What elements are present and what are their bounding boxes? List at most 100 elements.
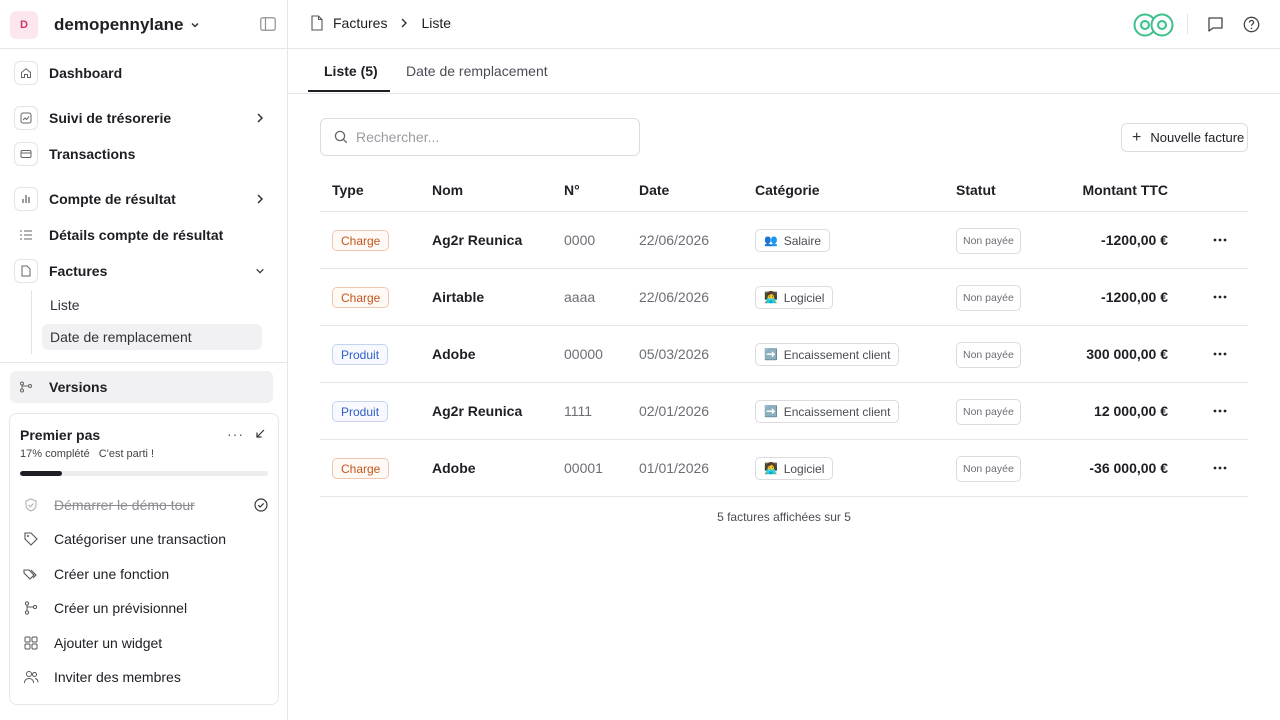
table-row[interactable]: Charge Airtable aaaa 22/06/2026 👩‍💻 Logic… — [320, 269, 1248, 326]
workspace-switcher[interactable]: D demopennylane — [10, 8, 278, 42]
invoice-name: Adobe — [432, 346, 476, 362]
invoice-date: 02/01/2026 — [639, 403, 710, 419]
sidebar-divider — [0, 362, 288, 363]
header-date[interactable]: Date — [639, 182, 669, 198]
step-demo-tour[interactable]: Démarrer le démo tour — [20, 491, 270, 519]
tags-icon — [20, 563, 42, 585]
nav-label: Compte de résultat — [49, 191, 176, 207]
nav-factures[interactable]: Factures — [10, 255, 273, 287]
category-badge: ➡️ Encaissement client — [755, 400, 900, 423]
more-icon[interactable] — [1212, 291, 1228, 303]
status-badge: Non payée — [956, 228, 1021, 254]
new-invoice-label: Nouvelle facture — [1150, 130, 1245, 145]
header-statut[interactable]: Statut — [956, 182, 996, 198]
invoice-date: 05/03/2026 — [639, 346, 710, 362]
invoice-amount: -36 000,00 € — [1089, 460, 1168, 476]
more-icon[interactable] — [1212, 462, 1228, 474]
plus-icon: + — [1132, 128, 1142, 146]
category-badge: 👥 Salaire — [755, 229, 831, 252]
chevron-right-icon — [401, 18, 408, 28]
invoice-amount: 12 000,00 € — [1094, 403, 1168, 419]
branch-icon — [14, 375, 38, 399]
chevron-down-icon — [256, 268, 264, 274]
collaborators-avatars[interactable] — [1133, 13, 1175, 37]
table-row[interactable]: Produit Ag2r Reunica 1111 02/01/2026 ➡️ E… — [320, 383, 1248, 440]
invoice-date: 22/06/2026 — [639, 232, 710, 248]
more-icon[interactable]: ··· — [227, 426, 244, 442]
help-icon[interactable] — [1243, 16, 1260, 33]
new-invoice-button[interactable]: + Nouvelle facture — [1121, 123, 1248, 152]
nav-versions[interactable]: Versions — [10, 371, 273, 403]
nav-label: Versions — [49, 379, 108, 395]
type-badge: Charge — [332, 287, 390, 308]
category-label: Logiciel — [783, 290, 825, 305]
category-label: Encaissement client — [783, 347, 891, 362]
more-icon[interactable] — [1212, 348, 1228, 360]
header-nom[interactable]: Nom — [432, 182, 463, 198]
widget-icon — [20, 632, 42, 654]
progress-percent: 17% complété — [20, 448, 90, 460]
invoice-name: Adobe — [432, 460, 476, 476]
tab-date-remplacement[interactable]: Date de remplacement — [406, 63, 548, 79]
invoice-amount: 300 000,00 € — [1086, 346, 1168, 362]
nav-transactions[interactable]: Transactions — [10, 138, 273, 170]
table-row[interactable]: Produit Adobe 00000 05/03/2026 ➡️ Encaiss… — [320, 326, 1248, 383]
progress-bar — [20, 471, 268, 476]
step-widget[interactable]: Ajouter un widget — [20, 629, 270, 657]
header-categorie[interactable]: Catégorie — [755, 182, 820, 198]
subnav-date-remplacement[interactable]: Date de remplacement — [42, 324, 262, 350]
header-type[interactable]: Type — [332, 182, 364, 198]
step-previsionnel[interactable]: Créer un prévisionnel — [20, 594, 270, 622]
tab-liste[interactable]: Liste (5) — [324, 63, 378, 79]
category-badge: ➡️ Encaissement client — [755, 343, 900, 366]
more-icon[interactable] — [1212, 405, 1228, 417]
step-inviter[interactable]: Inviter des membres — [20, 663, 270, 691]
step-label: Créer un prévisionnel — [54, 600, 188, 616]
nav-label: Transactions — [49, 146, 136, 162]
nav-compte-resultat[interactable]: Compte de résultat — [10, 183, 273, 215]
nav-dashboard[interactable]: Dashboard — [10, 57, 273, 89]
category-badge: 👩‍💻 Logiciel — [755, 457, 834, 480]
search-box[interactable] — [320, 118, 640, 156]
category-emoji: 👩‍💻 — [764, 292, 778, 304]
search-input[interactable] — [356, 129, 616, 145]
subnav-liste[interactable]: Liste — [42, 292, 262, 318]
document-icon — [311, 15, 323, 31]
type-badge: Produit — [332, 401, 389, 422]
step-categoriser[interactable]: Catégoriser une transaction — [20, 525, 270, 553]
document-icon — [14, 259, 38, 283]
nav-details-compte[interactable]: Détails compte de résultat — [10, 219, 273, 251]
chevron-down-icon — [191, 22, 199, 28]
nav-label: Suivi de trésorerie — [49, 110, 172, 126]
onboarding-card: Premier pas ··· 17% complété C'est parti… — [9, 413, 279, 705]
forecast-icon — [20, 597, 42, 619]
category-label: Encaissement client — [783, 404, 891, 419]
header-num[interactable]: N° — [564, 182, 580, 198]
step-fonction[interactable]: Créer une fonction — [20, 560, 270, 588]
more-icon[interactable] — [1212, 234, 1228, 246]
category-emoji: 👥 — [764, 235, 778, 247]
onboarding-progress-text: 17% complété C'est parti ! — [20, 448, 154, 460]
invoice-name: Ag2r Reunica — [432, 403, 523, 419]
workspace-name: demopennylane — [54, 15, 184, 34]
category-badge: 👩‍💻 Logiciel — [755, 286, 834, 309]
sidebar-toggle-icon[interactable] — [260, 17, 276, 31]
table-row[interactable]: Charge Adobe 00001 01/01/2026 👩‍💻 Logicie… — [320, 440, 1248, 497]
invoice-date: 01/01/2026 — [639, 460, 710, 476]
nav-tresorerie[interactable]: Suivi de trésorerie — [10, 102, 273, 134]
category-emoji: ➡️ — [764, 406, 778, 418]
category-emoji: 👩‍💻 — [764, 463, 778, 475]
header-montant[interactable]: Montant TTC — [1082, 182, 1168, 198]
step-label: Catégoriser une transaction — [54, 531, 226, 547]
check-circle-icon — [254, 498, 268, 512]
status-badge: Non payée — [956, 456, 1021, 482]
nav-label: Détails compte de résultat — [49, 227, 224, 243]
nav-label: Factures — [49, 263, 108, 279]
breadcrumb-section[interactable]: Factures — [333, 15, 387, 31]
category-label: Salaire — [783, 233, 822, 248]
table-row[interactable]: Charge Ag2r Reunica 0000 22/06/2026 👥 Sal… — [320, 212, 1248, 269]
comment-icon[interactable] — [1207, 16, 1224, 33]
collapse-icon[interactable] — [254, 428, 266, 440]
table-header: Type Nom N° Date Catégorie Statut Montan… — [320, 170, 1248, 212]
progress-cta: C'est parti ! — [98, 448, 155, 460]
